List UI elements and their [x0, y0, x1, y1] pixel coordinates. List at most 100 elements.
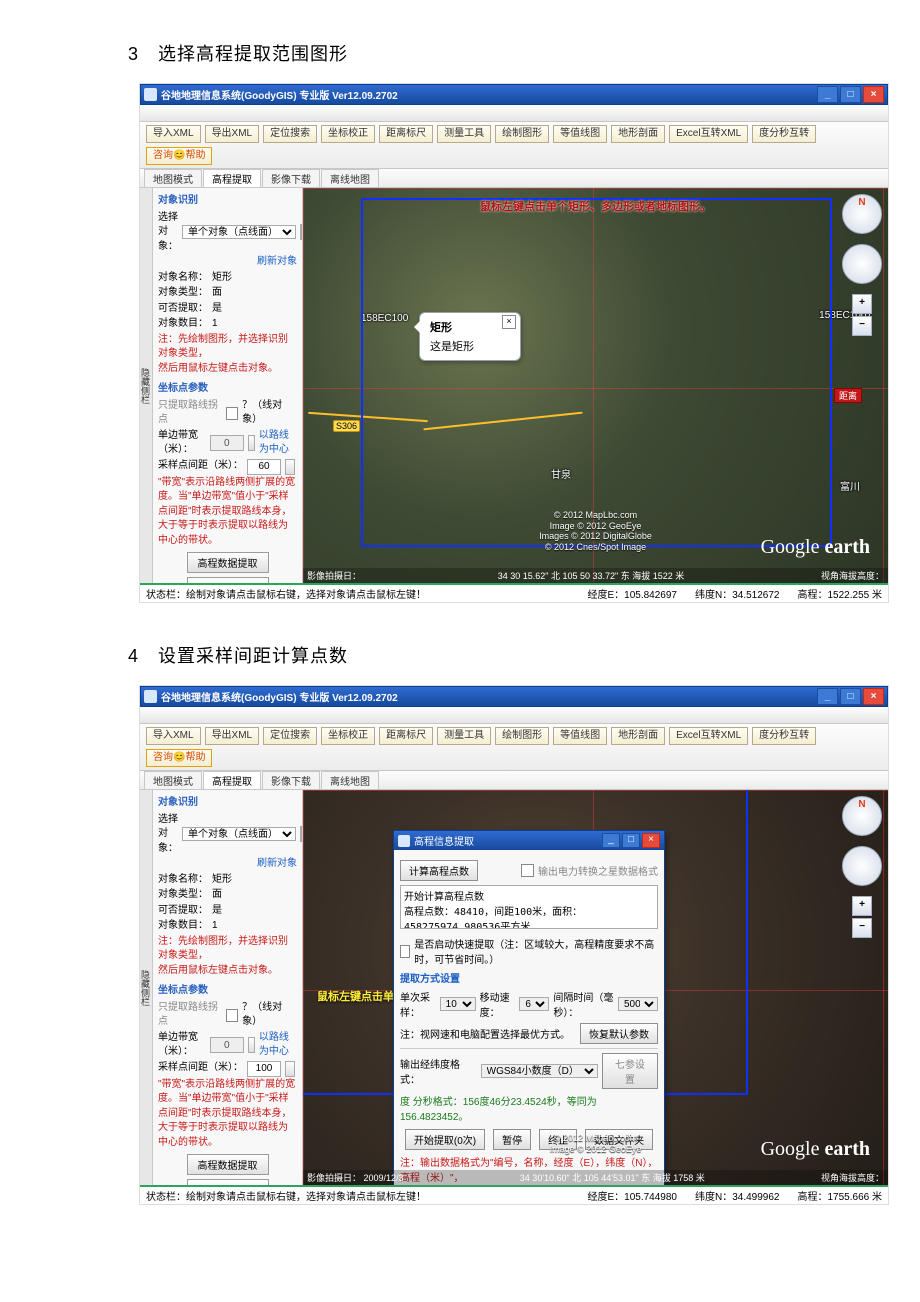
select-object-spin[interactable] [300, 224, 302, 240]
tab-map-mode[interactable]: 地图模式 [144, 169, 202, 187]
select-object-spin[interactable] [300, 826, 302, 842]
dialog-maximize-button[interactable]: □ [622, 833, 640, 848]
spacing-input[interactable] [247, 1061, 281, 1077]
compass-control[interactable]: N [842, 194, 882, 234]
zoom-in-button[interactable]: + [852, 294, 872, 314]
note-bandwidth: "带宽"表示沿路线两侧扩展的宽度。当"单边带宽"值小于"采样点间距"时表示提取路… [158, 1078, 297, 1151]
seven-param-button[interactable]: 七参设置 [602, 1053, 658, 1089]
start-extract-button[interactable]: 开始提取(0次) [405, 1129, 485, 1150]
powerline-routing-button[interactable]: 输电线路选线 [187, 577, 269, 583]
terrain-profile-button[interactable]: 地形剖面 [611, 125, 665, 143]
zoom-in-button[interactable]: + [852, 896, 872, 916]
terrain-profile-button[interactable]: 地形剖面 [611, 727, 665, 745]
pause-button[interactable]: 暂停 [493, 1129, 531, 1150]
measure-tool-button[interactable]: 测量工具 [437, 125, 491, 143]
contour-map-button[interactable]: 等值线图 [553, 727, 607, 745]
centerline-hint: 以路线为中心 [259, 429, 297, 458]
minimize-button[interactable]: _ [817, 86, 838, 103]
powerline-routing-button[interactable]: 输电线路选线 [187, 1179, 269, 1185]
spacing-spin[interactable] [285, 459, 295, 475]
spacing-input[interactable] [247, 459, 281, 475]
object-count-value: 1 [212, 919, 218, 934]
close-button[interactable]: × [863, 688, 884, 705]
placemark-callout[interactable]: × 矩形 这是矩形 [419, 312, 521, 361]
export-kml-button[interactable]: 导出XML [205, 727, 260, 745]
contour-map-button[interactable]: 等值线图 [553, 125, 607, 143]
refresh-object-link[interactable]: 刷新对象 [257, 857, 297, 872]
select-object-dropdown[interactable]: 单个对象（点线面） [182, 225, 296, 239]
consult-help-button[interactable]: 咨询😊帮助 [146, 749, 212, 767]
app-icon [144, 690, 157, 703]
tab-image-download[interactable]: 影像下载 [262, 169, 320, 187]
measure-tool-button[interactable]: 测量工具 [437, 727, 491, 745]
reset-defaults-button[interactable]: 恢复默认参数 [580, 1023, 658, 1044]
tab-map-mode[interactable]: 地图模式 [144, 771, 202, 789]
earth-canvas[interactable]: S306 158EC100 158EC1001 甘泉 富川 距离 鼠标左键点击单… [303, 188, 888, 583]
fast-extract-checkbox[interactable] [400, 945, 410, 958]
coord-calibrate-button[interactable]: 坐标校正 [321, 727, 375, 745]
note-bandwidth: "带宽"表示沿路线两侧扩展的宽度。当"单边带宽"值小于"采样点间距"时表示提取路… [158, 476, 297, 549]
calculate-points-button[interactable]: 计算高程点数 [400, 860, 478, 881]
only-line-vertices-checkbox[interactable] [226, 407, 238, 420]
tab-elevation-extract[interactable]: 高程提取 [203, 771, 261, 789]
line-object-hint: ？（线对象） [242, 399, 297, 428]
excel-kml-convert-button[interactable]: Excel互转XML [669, 125, 748, 143]
speed-select[interactable]: 6 [519, 997, 549, 1011]
dms-convert-button[interactable]: 度分秒互转 [752, 727, 816, 745]
only-line-vertices-checkbox[interactable] [226, 1009, 238, 1022]
refresh-object-link[interactable]: 刷新对象 [257, 255, 297, 270]
dialog-minimize-button[interactable]: _ [602, 833, 620, 848]
step-select[interactable]: 10 [440, 997, 476, 1011]
earth-canvas[interactable]: 鼠标左键点击单 145 米 高程信息提取 _ □ × 计算高程点数 [303, 790, 888, 1185]
coord-calibrate-button[interactable]: 坐标校正 [321, 125, 375, 143]
network-hint: 注：视网速和电脑配置选择最优方式。 [400, 1026, 570, 1041]
interval-select[interactable]: 500 [618, 997, 658, 1011]
pan-control[interactable] [842, 244, 882, 284]
import-kml-button[interactable]: 导入XML [146, 727, 201, 745]
select-object-label: 选择对象： [158, 813, 178, 857]
draw-shape-button[interactable]: 绘制图形 [495, 125, 549, 143]
screenshot-1: 谷地地理信息系统(GoodyGIS) 专业版 Ver12.09.2702 _ □… [140, 84, 888, 602]
output-format-select[interactable]: WGS84小数度（D） [481, 1064, 598, 1078]
locate-search-button[interactable]: 定位搜索 [263, 727, 317, 745]
tab-elevation-extract[interactable]: 高程提取 [203, 169, 261, 187]
distance-ruler-button[interactable]: 距离标尺 [379, 727, 433, 745]
pan-control[interactable] [842, 846, 882, 886]
elevation-extract-dialog: 高程信息提取 _ □ × 计算高程点数 输出电力转换之星数据格式 [393, 830, 665, 1185]
output-power-format-checkbox[interactable] [521, 864, 534, 877]
callout-close-icon[interactable]: × [502, 315, 516, 329]
bandwidth-input[interactable] [210, 1037, 244, 1053]
locate-search-button[interactable]: 定位搜索 [263, 125, 317, 143]
import-kml-button[interactable]: 导入XML [146, 125, 201, 143]
minimize-button[interactable]: _ [817, 688, 838, 705]
eye-altitude-label: 视角海拔高度： [821, 569, 884, 582]
zoom-out-button[interactable]: − [852, 316, 872, 336]
bandwidth-spin[interactable] [248, 435, 255, 451]
tab-image-download[interactable]: 影像下载 [262, 771, 320, 789]
bandwidth-input[interactable] [210, 435, 244, 451]
status-text: 状态栏：绘制对象请点击鼠标右键，选择对象请点击鼠标左键！ [146, 1188, 426, 1203]
zoom-out-button[interactable]: − [852, 918, 872, 938]
tab-offline-map[interactable]: 离线地图 [321, 771, 379, 789]
close-button[interactable]: × [863, 86, 884, 103]
spacing-spin[interactable] [285, 1061, 295, 1077]
select-object-dropdown[interactable]: 单个对象（点线面） [182, 827, 296, 841]
export-kml-button[interactable]: 导出XML [205, 125, 260, 143]
elevation-extract-button[interactable]: 高程数据提取 [187, 1154, 269, 1175]
elevation-extract-button[interactable]: 高程数据提取 [187, 552, 269, 573]
excel-kml-convert-button[interactable]: Excel互转XML [669, 727, 748, 745]
distance-ruler-button[interactable]: 距离标尺 [379, 125, 433, 143]
calc-log-textarea[interactable]: 开始计算高程点数 高程点数：48410，间距100米，面积：458275974.… [400, 885, 658, 929]
maximize-button[interactable]: □ [840, 86, 861, 103]
compass-control[interactable]: N [842, 796, 882, 836]
bandwidth-spin[interactable] [248, 1037, 255, 1053]
sidebar-toggle[interactable]: 隐藏侧栏 [140, 188, 153, 583]
draw-shape-button[interactable]: 绘制图形 [495, 727, 549, 745]
maximize-button[interactable]: □ [840, 688, 861, 705]
consult-help-button[interactable]: 咨询😊帮助 [146, 147, 212, 165]
sidebar-toggle[interactable]: 隐藏侧栏 [140, 790, 153, 1185]
dialog-close-button[interactable]: × [642, 833, 660, 848]
dms-convert-button[interactable]: 度分秒互转 [752, 125, 816, 143]
tab-offline-map[interactable]: 离线地图 [321, 169, 379, 187]
selection-rectangle[interactable] [361, 198, 832, 547]
